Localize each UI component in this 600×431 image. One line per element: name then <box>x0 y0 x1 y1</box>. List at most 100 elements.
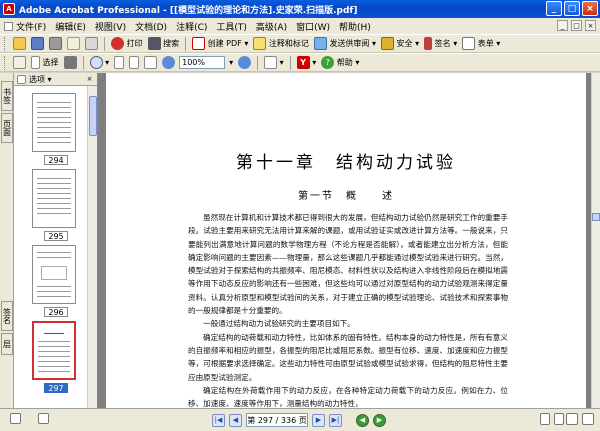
last-page-button[interactable]: ▶| <box>329 413 342 427</box>
menu-bar: 文件(F) 编辑(E) 视图(V) 文档(D) 注释(C) 工具(T) 高级(A… <box>0 18 600 34</box>
menu-help[interactable]: 帮助(H) <box>339 20 371 33</box>
rotate-button[interactable]: ▾ <box>263 55 285 70</box>
doc-minimize-button[interactable]: _ <box>557 20 568 31</box>
pen-icon <box>424 37 433 50</box>
zoom-in-button[interactable] <box>237 55 252 70</box>
print-label-button[interactable]: 打印 <box>110 36 144 51</box>
plus-circle-icon <box>238 56 252 69</box>
next-view-button[interactable]: ▶ <box>373 413 386 427</box>
close-button[interactable]: × <box>582 1 598 16</box>
tab-bookmarks[interactable]: 书签 <box>1 81 13 111</box>
page-thumbnail[interactable] <box>32 169 76 228</box>
tab-layers[interactable]: 层 <box>1 333 13 355</box>
binoculars-icon <box>147 37 161 50</box>
thumbnail-page-label: 296 <box>44 307 68 317</box>
zoom-out-button[interactable] <box>161 55 176 70</box>
open-button[interactable] <box>12 36 27 51</box>
comment-markup-button[interactable]: 注释和标记 <box>252 36 310 51</box>
stop-icon <box>111 37 124 50</box>
rotate-icon <box>264 56 278 69</box>
folder-open-icon <box>13 37 26 50</box>
menu-advanced[interactable]: 高级(A) <box>256 20 287 33</box>
page-number-field[interactable]: 第 297 / 336 页 <box>246 413 308 427</box>
options-menu[interactable]: 选项 <box>29 74 45 85</box>
navigation-toolbar: 选择 ▾ 100% ▾ ▾ Y ▾ ? 帮助 ▾ <box>0 53 600 72</box>
options-icon <box>17 74 26 84</box>
page-thumbnail[interactable] <box>32 245 76 304</box>
previous-view-button[interactable]: ◀ <box>356 413 369 427</box>
page-layout-icon[interactable] <box>10 413 21 424</box>
previous-page-button[interactable]: ◀ <box>229 413 242 427</box>
tab-signatures[interactable]: 签名 <box>1 301 13 331</box>
continuous-icon[interactable] <box>554 413 564 425</box>
next-page-button[interactable]: ▶ <box>312 413 325 427</box>
snapshot-button[interactable] <box>63 55 78 70</box>
continuous-facing-icon[interactable] <box>582 413 594 425</box>
zoom-dropdown[interactable]: ▾ <box>228 55 234 70</box>
page-thumbnail-selected[interactable] <box>32 321 76 380</box>
fit-width-button[interactable] <box>143 55 158 70</box>
title-bar: A Adobe Acrobat Professional - [[模型试验的理论… <box>0 0 600 18</box>
create-pdf-button[interactable]: 创建 PDF ▾ <box>191 36 249 51</box>
menu-tools[interactable]: 工具(T) <box>216 20 247 33</box>
doc-close-button[interactable]: × <box>585 20 596 31</box>
window-title: Adobe Acrobat Professional - [[模型试验的理论和方… <box>19 5 358 16</box>
file-toolbar: 打印 搜索 创建 PDF ▾ 注释和标记 发送供审阅 ▾ 安全 ▾ 签名 ▾ 表… <box>0 34 600 53</box>
fit-page-button[interactable] <box>128 55 140 70</box>
pdf-page: 第十一章 结构动力试验 第一节 概 述 虽然现在计算机和计算技术都已得到很大的发… <box>106 73 586 408</box>
zoom-tool-button[interactable]: ▾ <box>89 55 111 70</box>
document-icon <box>4 21 13 31</box>
menu-document[interactable]: 文档(D) <box>135 20 167 33</box>
page-icon <box>114 56 125 69</box>
select-tool-button[interactable]: 选择 <box>30 55 60 70</box>
acrobat-logo-icon: A <box>3 3 15 15</box>
page-navigation: |◀ ◀ 第 297 / 336 页 ▶ ▶| ◀ ▶ <box>212 413 386 427</box>
document-view[interactable]: 第十一章 结构动力试验 第一节 概 述 虽然现在计算机和计算技术都已得到很大的发… <box>98 73 591 408</box>
email-button[interactable] <box>66 36 81 51</box>
thumbnail-page-label: 294 <box>44 155 68 165</box>
thumbnails-scrollbar[interactable] <box>87 86 97 408</box>
menu-comments[interactable]: 注释(C) <box>176 20 207 33</box>
lock-icon <box>381 37 394 50</box>
menu-edit[interactable]: 编辑(E) <box>55 20 86 33</box>
cursor-icon <box>31 56 40 69</box>
hand-icon <box>13 56 26 69</box>
create-pdf-icon <box>192 37 206 50</box>
menu-file[interactable]: 文件(F) <box>4 20 46 33</box>
actual-size-button[interactable] <box>113 55 125 70</box>
tab-pages[interactable]: 页面 <box>1 113 13 143</box>
navigation-tabs: 书签 页面 签名 层 <box>0 73 14 408</box>
minimize-button[interactable]: _ <box>546 1 562 16</box>
first-page-button[interactable]: |◀ <box>212 413 225 427</box>
paperclip-icon <box>85 37 98 50</box>
help-button[interactable]: ? 帮助 ▾ <box>320 55 360 70</box>
sign-button[interactable]: 签名 ▾ <box>423 36 458 51</box>
document-scrollbar[interactable] <box>591 73 600 408</box>
forms-button[interactable]: 表单 ▾ <box>461 36 501 51</box>
page-body-text: 虽然现在计算机和计算技术都已得到很大的发展，但结构动力试验仍然是研究工作的重要手… <box>188 211 508 408</box>
save-button[interactable] <box>30 36 45 51</box>
panel-close-button[interactable]: × <box>85 75 94 84</box>
yahoo-button[interactable]: Y ▾ <box>296 55 318 70</box>
facing-icon[interactable] <box>566 413 578 425</box>
panel-toggle-icon[interactable] <box>38 413 49 424</box>
zoom-input[interactable]: 100% <box>179 56 226 69</box>
thumbnail-page-label: 297 <box>44 383 68 393</box>
page-thumbnail[interactable] <box>32 93 76 152</box>
help-icon: ? <box>321 56 335 69</box>
hand-tool-button[interactable] <box>12 55 27 70</box>
menu-view[interactable]: 视图(V) <box>95 20 126 33</box>
paragraph: 确定结构的动荷载和动力特性，比如体系的固有特性。结构本身的动力特性是，所有有意义… <box>188 332 508 382</box>
secure-button[interactable]: 安全 ▾ <box>380 36 420 51</box>
printer-icon <box>49 37 62 50</box>
attach-button[interactable] <box>84 36 99 51</box>
menu-window[interactable]: 窗口(W) <box>296 20 330 33</box>
single-page-icon[interactable] <box>540 413 550 425</box>
chapter-heading: 第十一章 结构动力试验 <box>236 153 456 173</box>
search-button[interactable]: 搜索 <box>147 36 181 51</box>
send-review-button[interactable]: 发送供审阅 ▾ <box>313 36 377 51</box>
envelope-icon <box>67 37 80 50</box>
maximize-button[interactable]: □ <box>564 1 580 16</box>
print-button[interactable] <box>48 36 63 51</box>
doc-restore-button[interactable]: □ <box>571 20 582 31</box>
